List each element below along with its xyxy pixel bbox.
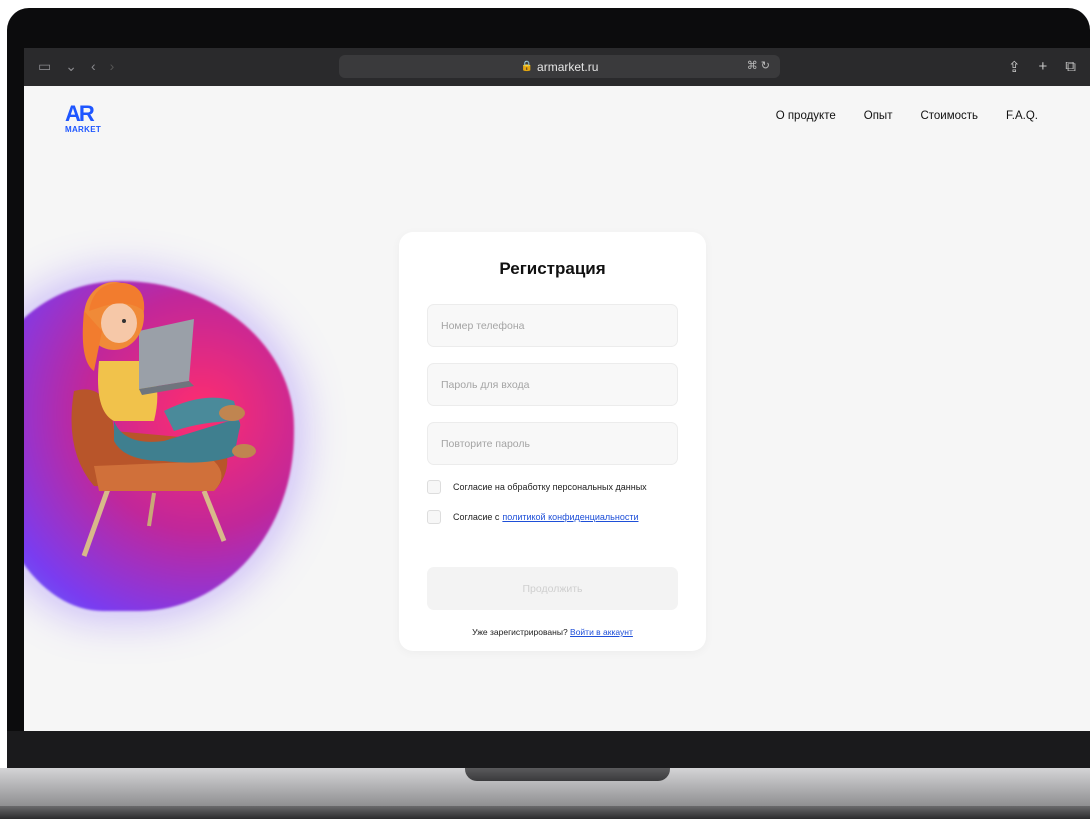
phone-input[interactable]: Номер телефона [427, 304, 678, 347]
forward-icon[interactable]: › [110, 59, 115, 73]
site-logo[interactable]: AR MARKET [65, 101, 105, 136]
top-navigation: О продукте Опыт Стоимость F.A.Q. [776, 110, 1038, 122]
url-text: armarket.ru [537, 59, 599, 74]
new-tab-icon[interactable]: + [1039, 58, 1048, 76]
nav-item-pricing[interactable]: Стоимость [920, 110, 978, 122]
consent-privacy-row: Согласие с политикой конфиденциальности [427, 510, 639, 524]
girl-with-laptop-illustration [71, 282, 256, 557]
login-prompt: Уже зарегистрированы? Войти в аккаунт [399, 627, 706, 637]
nav-item-product[interactable]: О продукте [776, 110, 836, 122]
continue-button[interactable]: Продолжить [427, 567, 678, 610]
back-icon[interactable]: ‹ [91, 59, 96, 73]
laptop-base-edge [0, 806, 1090, 819]
consent-privacy-checkbox[interactable] [427, 510, 441, 524]
laptop-lower-bezel [7, 731, 1090, 768]
consent-personal-data-row: Согласие на обработку персональных данны… [427, 480, 647, 494]
sidebar-toggle-icon[interactable]: ▭ [38, 59, 51, 73]
consent-personal-data-label: Согласие на обработку персональных данны… [453, 482, 647, 492]
web-page: AR MARKET О продукте Опыт Стоимость F.A.… [24, 86, 1090, 731]
chevron-down-icon[interactable]: ⌄ [65, 59, 77, 73]
browser-right-controls: ⇪ + ⧉ [1008, 58, 1076, 76]
address-bar[interactable]: 🔒 armarket.ru ⌘ ↻ [339, 55, 780, 78]
nav-item-faq[interactable]: F.A.Q. [1006, 110, 1038, 122]
browser-left-controls: ▭ ⌄ ‹ › [38, 59, 114, 73]
password-input[interactable]: Пароль для входа [427, 363, 678, 406]
nav-item-experience[interactable]: Опыт [864, 110, 893, 122]
laptop-hinge-notch [465, 768, 670, 781]
login-prompt-text: Уже зарегистрированы? [472, 627, 571, 637]
logo-wordmark: MARKET [65, 125, 102, 134]
translate-reload-icons[interactable]: ⌘ ↻ [747, 59, 770, 72]
browser-toolbar: ▭ ⌄ ‹ › 🔒 armarket.ru ⌘ ↻ ⇪ + ⧉ [24, 48, 1090, 86]
share-icon[interactable]: ⇪ [1008, 58, 1021, 76]
tabs-overview-icon[interactable]: ⧉ [1065, 58, 1076, 76]
consent-personal-data-checkbox[interactable] [427, 480, 441, 494]
registration-card: Регистрация Номер телефона Пароль для вх… [399, 232, 706, 651]
consent-privacy-label: Согласие с [453, 512, 500, 522]
lock-icon: 🔒 [520, 61, 534, 72]
logo-mark: AR [65, 101, 95, 126]
login-link[interactable]: Войти в аккаунт [570, 627, 633, 637]
repeat-password-input[interactable]: Повторите пароль [427, 422, 678, 465]
privacy-policy-link[interactable]: политикой конфиденциальности [502, 512, 638, 522]
form-title: Регистрация [499, 259, 606, 278]
